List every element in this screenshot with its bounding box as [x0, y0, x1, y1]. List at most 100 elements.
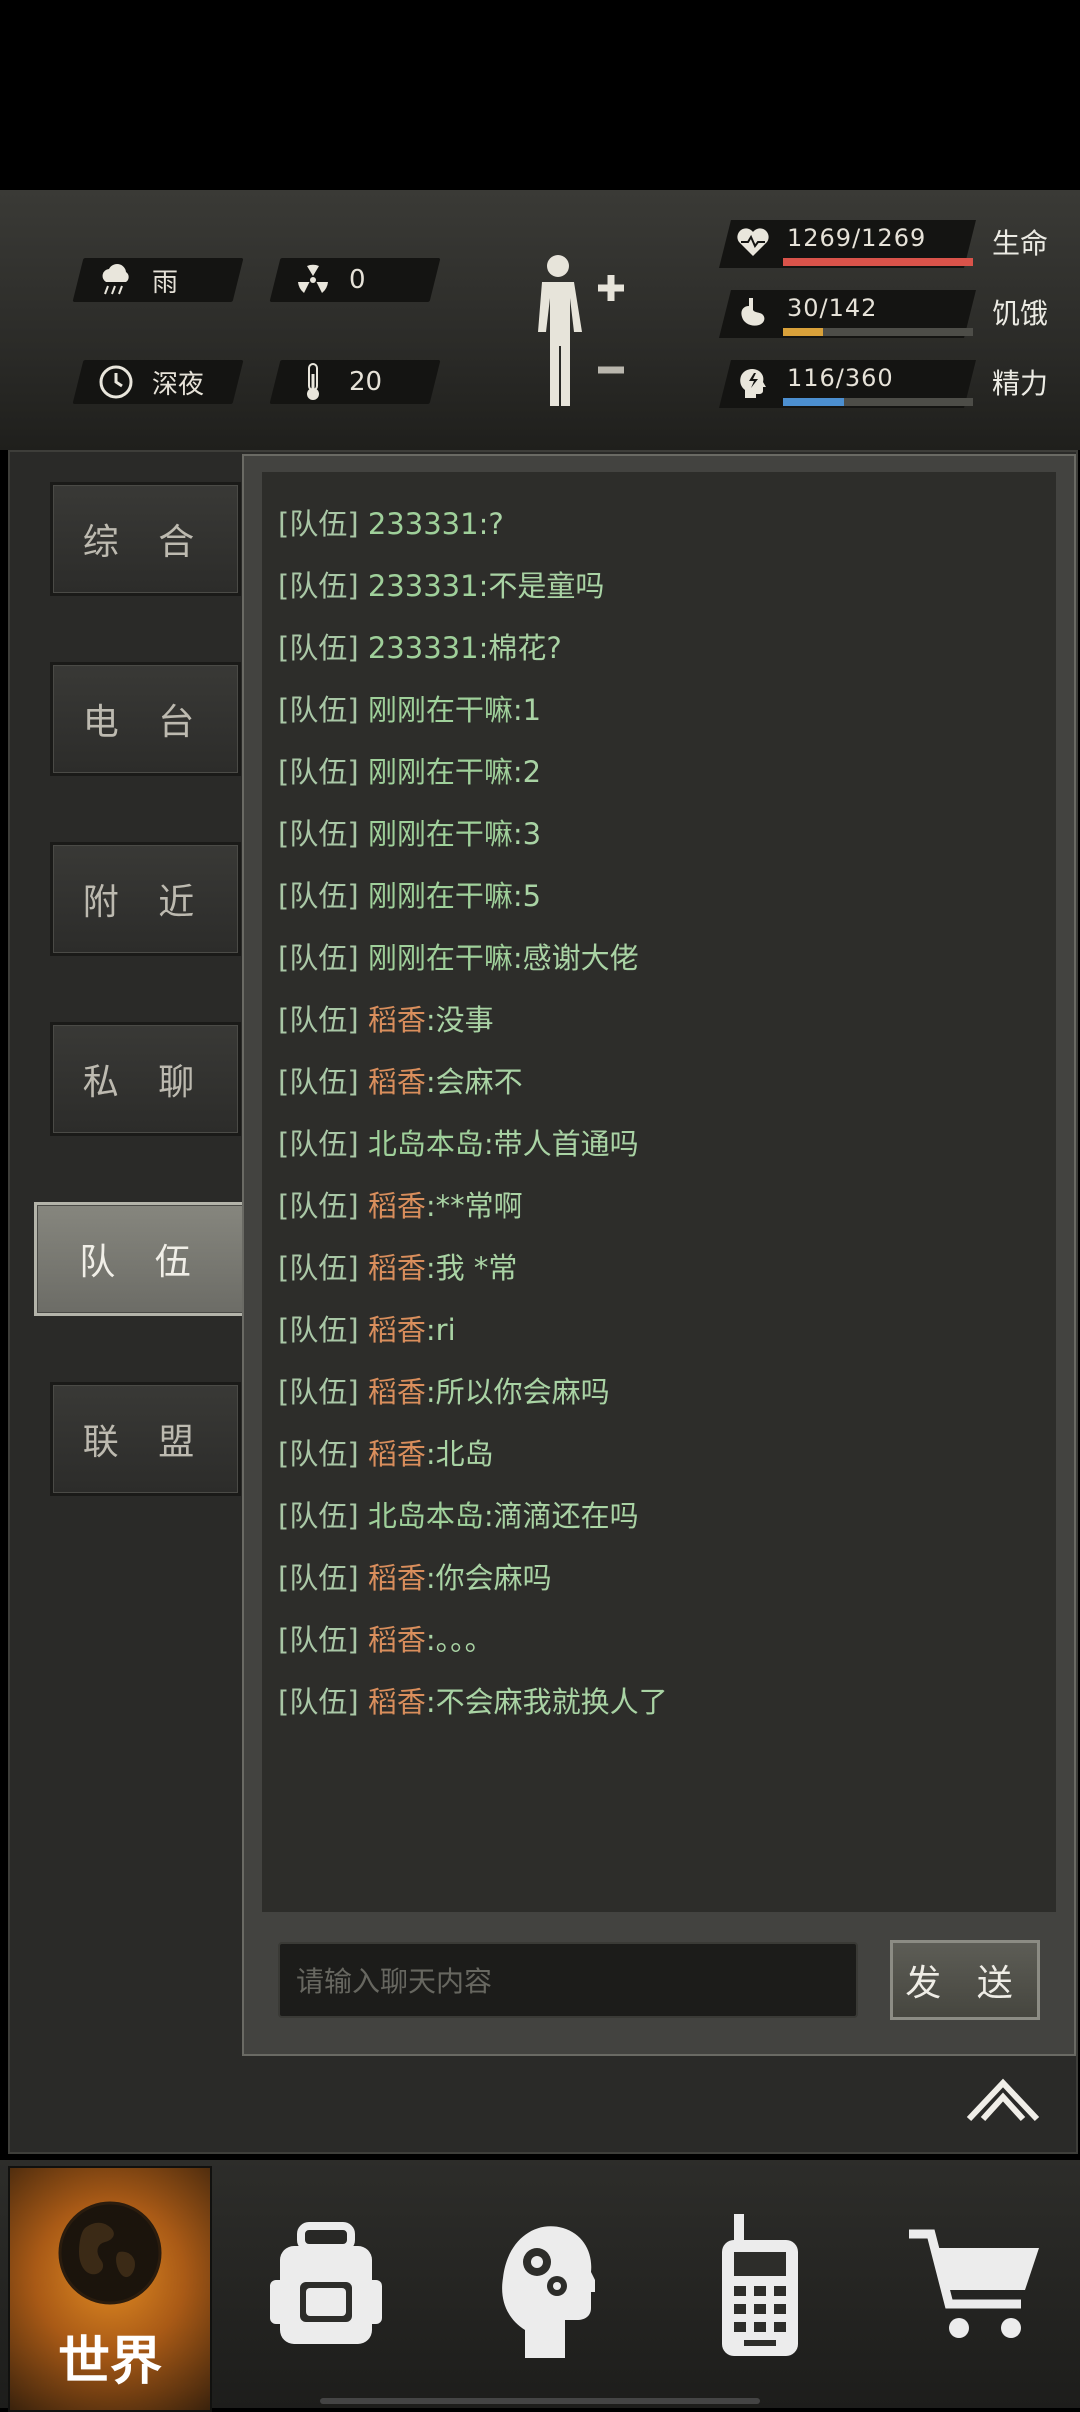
home-indicator [320, 2398, 760, 2404]
message-sender[interactable]: 刚刚在干嘛 [368, 693, 513, 727]
message-sender[interactable]: 稻香 [368, 1313, 426, 1347]
nav-inventory[interactable] [256, 2200, 396, 2370]
chat-message: [队伍] 稻香:不会麻我就换人了 [278, 1679, 668, 1721]
message-sender[interactable]: 稻香 [368, 1375, 426, 1409]
energy-head-icon [733, 364, 773, 404]
message-channel: [队伍] [278, 569, 359, 603]
message-text: :ri [425, 1313, 456, 1347]
chat-message: [队伍] 稻香:我 *常 [278, 1245, 517, 1287]
message-channel: [队伍] [278, 693, 359, 727]
chat-message: [队伍] 刚刚在干嘛:3 [278, 811, 541, 853]
chat-message: [队伍] 稻香:没事 [278, 997, 494, 1039]
tab-radio[interactable]: 电 台 [50, 662, 241, 776]
chat-message: [队伍] 北岛本岛:带人首通吗 [278, 1121, 639, 1163]
temperature-value: 20 [349, 367, 383, 397]
message-channel: [队伍] [278, 1499, 359, 1533]
message-sender[interactable]: 稻香 [368, 1065, 426, 1099]
message-sender[interactable]: 刚刚在干嘛 [368, 879, 513, 913]
message-sender[interactable]: 稻香 [368, 1251, 426, 1285]
message-text: :没事 [425, 1003, 494, 1037]
health-value: 1269/1269 [787, 224, 927, 252]
walkie-talkie-icon [722, 2214, 798, 2356]
chat-message: [队伍] 稻香:**常啊 [278, 1183, 523, 1225]
message-sender[interactable]: 233331 [368, 507, 479, 541]
chat-message: [队伍] 233331:不是童吗 [278, 563, 604, 605]
chat-message: [队伍] 稻香:ri [278, 1307, 456, 1349]
tab-nearby[interactable]: 附 近 [50, 842, 241, 956]
message-channel: [队伍] [278, 1189, 359, 1223]
message-sender[interactable]: 稻香 [368, 1623, 426, 1657]
message-sender[interactable]: 233331 [368, 569, 479, 603]
heart-rate-icon [733, 224, 773, 264]
nav-world[interactable]: 世界 [8, 2166, 212, 2412]
message-channel: [队伍] [278, 941, 359, 975]
globe-icon [58, 2201, 162, 2305]
time-label: 深夜 [152, 369, 205, 400]
character-body-icon[interactable] [520, 250, 630, 410]
message-sender[interactable]: 刚刚在干嘛 [368, 755, 513, 789]
message-channel: [队伍] [278, 755, 359, 789]
message-channel: [队伍] [278, 1003, 359, 1037]
message-sender[interactable]: 刚刚在干嘛 [368, 941, 513, 975]
message-sender[interactable]: 稻香 [368, 1685, 426, 1719]
message-sender[interactable]: 233331 [368, 631, 479, 665]
send-button[interactable]: 发 送 [890, 1940, 1040, 2020]
message-channel: [队伍] [278, 1065, 359, 1099]
message-text: :感谢大佬 [512, 941, 639, 975]
chat-message: [队伍] 刚刚在干嘛:2 [278, 749, 541, 791]
message-text: :1 [512, 693, 542, 727]
health-bar: 1269/1269 [719, 220, 976, 268]
message-channel: [队伍] [278, 1561, 359, 1595]
radiation-icon [293, 260, 333, 300]
message-text: :滴滴还在吗 [483, 1499, 639, 1533]
energy-value: 116/360 [787, 364, 894, 392]
stomach-icon [733, 294, 773, 334]
chat-message: [队伍] 刚刚在干嘛:1 [278, 687, 541, 729]
message-channel: [队伍] [278, 1313, 359, 1347]
time-indicator: 深夜 [72, 360, 244, 404]
rain-cloud-icon [96, 260, 136, 300]
message-channel: [队伍] [278, 817, 359, 851]
message-sender[interactable]: 稻香 [368, 1003, 426, 1037]
chat-message: [队伍] 稻香:你会麻吗 [278, 1555, 552, 1597]
chat-message: [队伍] 稻香:北岛 [278, 1431, 494, 1473]
chat-message: [队伍] 稻香:所以你会麻吗 [278, 1369, 610, 1411]
radiation-value: 0 [349, 265, 366, 295]
message-text: :你会麻吗 [425, 1561, 552, 1595]
tab-private[interactable]: 私 聊 [50, 1022, 241, 1136]
message-sender[interactable]: 稻香 [368, 1189, 426, 1223]
nav-skills[interactable] [470, 2200, 610, 2370]
message-sender[interactable]: 北岛本岛 [368, 1499, 484, 1533]
chat-message: [队伍] 稻香:会麻不 [278, 1059, 523, 1101]
message-channel: [队伍] [278, 1251, 359, 1285]
message-channel: [队伍] [278, 1623, 359, 1657]
weather-label: 雨 [152, 267, 179, 298]
message-channel: [队伍] [278, 879, 359, 913]
message-channel: [队伍] [278, 1127, 359, 1161]
message-text: :我 *常 [425, 1251, 518, 1285]
chat-message: [队伍] 稻香:。。。 [278, 1617, 494, 1659]
temperature-indicator: 20 [269, 360, 441, 404]
collapse-chevron-icon[interactable] [965, 2075, 1041, 2125]
tab-team[interactable]: 队 伍 [34, 1202, 250, 1316]
message-text: :**常啊 [425, 1189, 523, 1223]
message-sender[interactable]: 北岛本岛 [368, 1127, 484, 1161]
hunger-label: 饥饿 [992, 297, 1049, 330]
chat-input[interactable]: 请输入聊天内容 [278, 1942, 858, 2018]
nav-shop[interactable] [905, 2200, 1045, 2370]
message-sender[interactable]: 刚刚在干嘛 [368, 817, 513, 851]
message-sender[interactable]: 稻香 [368, 1437, 426, 1471]
hunger-value: 30/142 [787, 294, 878, 322]
nav-radio[interactable] [690, 2200, 830, 2370]
message-sender[interactable]: 稻香 [368, 1561, 426, 1595]
tab-alliance[interactable]: 联 盟 [50, 1382, 241, 1496]
energy-label: 精力 [992, 367, 1049, 400]
chat-message: [队伍] 刚刚在干嘛:5 [278, 873, 541, 915]
message-text: :3 [512, 817, 542, 851]
message-text: :? [478, 507, 504, 541]
message-text: :不会麻我就换人了 [425, 1685, 668, 1719]
tab-comprehensive[interactable]: 综 合 [50, 482, 241, 596]
message-text: :5 [512, 879, 542, 913]
message-channel: [队伍] [278, 1437, 359, 1471]
thermometer-icon [293, 362, 333, 402]
